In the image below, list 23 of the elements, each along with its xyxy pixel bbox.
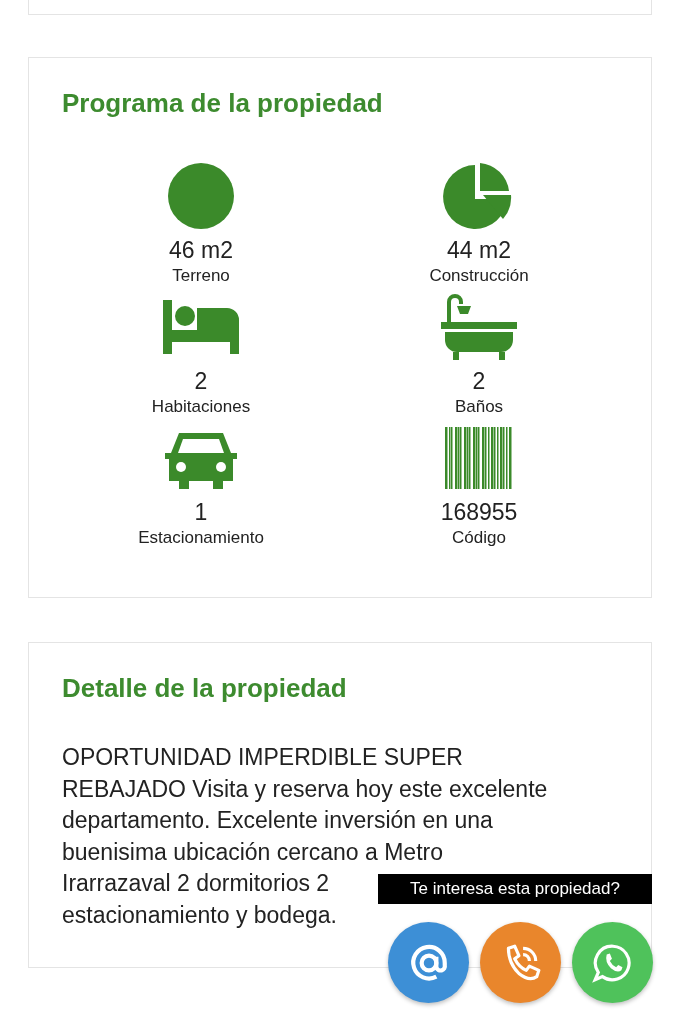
section-title: Programa de la propiedad bbox=[62, 88, 384, 119]
description-line: REBAJADO Visita y reserva hoy este excelente bbox=[62, 774, 548, 804]
feature-label: Baños bbox=[454, 397, 504, 417]
feature-label: Habitaciones bbox=[151, 397, 251, 417]
feature-value: 46 m2 bbox=[169, 237, 233, 264]
feature-value: 2 bbox=[472, 368, 486, 395]
feature-label: Terreno bbox=[172, 266, 230, 286]
description-line: estacionamiento y bodega. bbox=[62, 900, 337, 930]
description-line: departamento. Excelente inversión en una bbox=[62, 806, 493, 835]
section-title: Detalle de la propiedad bbox=[62, 673, 348, 704]
description-line: buenisima ubicación cercano a Metro bbox=[62, 837, 443, 867]
feature-value: 1 bbox=[194, 499, 208, 526]
tooltip: Te interesa esta propiedad? bbox=[378, 874, 652, 904]
description-line: Irarrazaval 2 dormitorios 2 bbox=[62, 869, 330, 898]
feature-value: 168955 bbox=[440, 499, 518, 526]
feature-label: Código bbox=[452, 528, 506, 548]
bathtub-icon bbox=[439, 292, 519, 362]
description-line: OPORTUNIDAD IMPERDIBLE SUPER bbox=[62, 743, 463, 772]
feature-label: Construcción bbox=[429, 266, 529, 286]
feature-value: 2 bbox=[194, 368, 208, 395]
feature-label: Estacionamiento bbox=[138, 528, 264, 548]
feature-value: 44 m2 bbox=[447, 237, 511, 264]
chat-button[interactable] bbox=[572, 922, 653, 1003]
